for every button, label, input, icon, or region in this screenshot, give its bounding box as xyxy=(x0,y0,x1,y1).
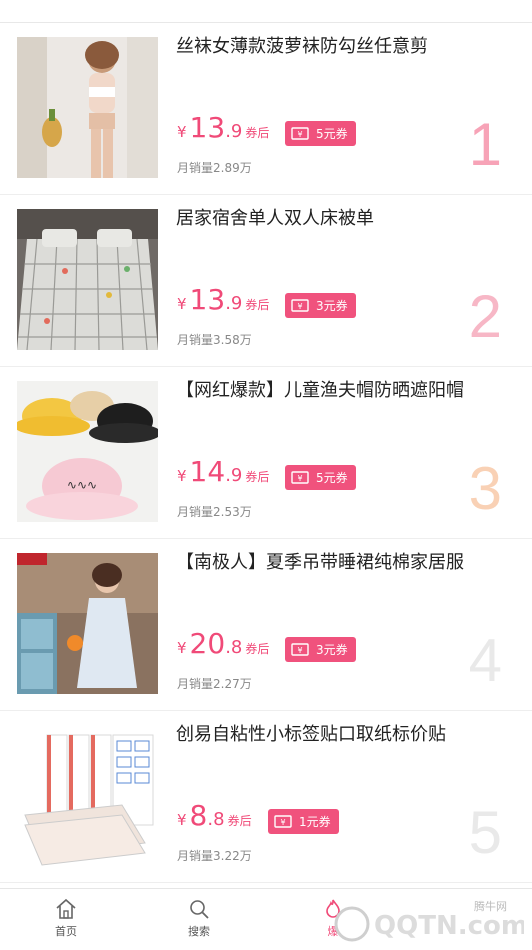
watermark-brand: 腾牛网 xyxy=(474,899,507,913)
price: ¥ 8 .8 券后 xyxy=(177,802,252,836)
list-item[interactable]: 丝袜女薄款菠萝袜防勾丝任意剪 ¥ 13 .9 券后 ¥ 5元券 月销量2.89万… xyxy=(0,23,532,195)
product-image[interactable] xyxy=(17,209,158,350)
after-coupon-label: 券后 xyxy=(227,814,252,828)
price: ¥ 13 .9 券后 xyxy=(177,114,269,148)
product-image[interactable] xyxy=(17,37,158,178)
rank-number: 2 xyxy=(468,283,502,350)
sales-label: 月销量 xyxy=(177,161,214,175)
monthly-sales: 月销量2.53万 xyxy=(177,503,252,520)
product-title[interactable]: 【南极人】夏季吊带睡裙纯棉家居服 xyxy=(176,551,502,575)
coupon-label: 3元券 xyxy=(316,643,348,657)
ticket-icon: ¥ xyxy=(291,471,309,484)
price: ¥ 14 .9 券后 xyxy=(177,458,269,492)
product-title[interactable]: 创易自粘性小标签贴口取纸标价贴 xyxy=(176,723,502,747)
sales-label: 月销量 xyxy=(177,677,214,691)
currency-symbol: ¥ xyxy=(177,639,187,657)
svg-text:¥: ¥ xyxy=(280,818,285,827)
watermark-site: QQTN.com xyxy=(374,911,524,941)
top-divider xyxy=(0,0,532,23)
price-integer: 13 xyxy=(189,283,226,316)
rank-number: 4 xyxy=(468,627,502,694)
monthly-sales: 月销量3.58万 xyxy=(177,331,252,348)
price-integer: 20 xyxy=(189,627,226,660)
currency-symbol: ¥ xyxy=(177,123,187,141)
sales-label: 月销量 xyxy=(177,849,214,863)
price-integer: 14 xyxy=(189,455,226,488)
list-item[interactable]: ∿∿∿ 【网红爆款】儿童渔夫帽防晒遮阳帽 ¥ 14 .9 券后 ¥ 5元券 月销… xyxy=(0,367,532,539)
coupon-button[interactable]: ¥ 5元券 xyxy=(285,465,356,490)
coupon-label: 5元券 xyxy=(316,471,348,485)
monthly-sales: 月销量2.27万 xyxy=(177,675,252,692)
monthly-sales: 月销量3.22万 xyxy=(177,847,252,864)
svg-text:¥: ¥ xyxy=(297,474,302,483)
tab-search-label: 搜索 xyxy=(188,925,210,938)
coupon-button[interactable]: ¥ 5元券 xyxy=(285,121,356,146)
price-decimal: .9 xyxy=(225,293,243,314)
sales-value: 3.22万 xyxy=(213,849,252,863)
ticket-icon: ¥ xyxy=(291,643,309,656)
price-decimal: .9 xyxy=(225,465,243,486)
price-integer: 13 xyxy=(189,111,226,144)
list-item[interactable]: 【南极人】夏季吊带睡裙纯棉家居服 ¥ 20 .8 券后 ¥ 3元券 月销量2.2… xyxy=(0,539,532,711)
price-decimal: .8 xyxy=(225,637,243,658)
price-decimal: .8 xyxy=(207,809,225,830)
product-title[interactable]: 居家宿舍单人双人床被单 xyxy=(176,207,502,231)
tab-home[interactable]: 首页 xyxy=(36,897,96,939)
svg-text:¥: ¥ xyxy=(297,646,302,655)
currency-symbol: ¥ xyxy=(177,295,187,313)
coupon-button[interactable]: ¥ 1元券 xyxy=(268,809,339,834)
product-image[interactable] xyxy=(17,725,158,866)
coupon-button[interactable]: ¥ 3元券 xyxy=(285,637,356,662)
search-icon xyxy=(190,900,209,919)
coupon-label: 3元券 xyxy=(316,299,348,313)
product-title[interactable]: 【网红爆款】儿童渔夫帽防晒遮阳帽 xyxy=(176,379,502,403)
sales-value: 2.53万 xyxy=(213,505,252,519)
home-icon xyxy=(56,898,76,919)
list-item[interactable]: 居家宿舍单人双人床被单 ¥ 13 .9 券后 ¥ 3元券 月销量3.58万 2 xyxy=(0,195,532,367)
ticket-icon: ¥ xyxy=(291,299,309,312)
monthly-sales: 月销量2.89万 xyxy=(177,159,252,176)
ticket-icon: ¥ xyxy=(274,815,292,828)
price: ¥ 13 .9 券后 xyxy=(177,286,269,320)
after-coupon-label: 券后 xyxy=(245,470,270,484)
currency-symbol: ¥ xyxy=(177,811,187,829)
sales-label: 月销量 xyxy=(177,333,214,347)
svg-text:¥: ¥ xyxy=(297,130,302,139)
price-decimal: .9 xyxy=(225,121,243,142)
svg-text:¥: ¥ xyxy=(297,302,302,311)
rank-number: 1 xyxy=(468,111,502,178)
sales-label: 月销量 xyxy=(177,505,214,519)
tab-home-label: 首页 xyxy=(55,925,77,938)
ticket-icon: ¥ xyxy=(291,127,309,140)
coupon-button[interactable]: ¥ 3元券 xyxy=(285,293,356,318)
coupon-label: 5元券 xyxy=(316,127,348,141)
currency-symbol: ¥ xyxy=(177,467,187,485)
price-integer: 8 xyxy=(189,799,208,832)
sales-value: 2.27万 xyxy=(213,677,252,691)
sales-value: 2.89万 xyxy=(213,161,252,175)
tab-search[interactable]: 搜索 xyxy=(169,897,229,939)
product-image[interactable] xyxy=(17,553,158,694)
rank-number: 3 xyxy=(468,455,502,522)
product-title[interactable]: 丝袜女薄款菠萝袜防勾丝任意剪 xyxy=(176,35,502,59)
after-coupon-label: 券后 xyxy=(245,126,270,140)
after-coupon-label: 券后 xyxy=(245,298,270,312)
price: ¥ 20 .8 券后 xyxy=(177,630,269,664)
product-list: 丝袜女薄款菠萝袜防勾丝任意剪 ¥ 13 .9 券后 ¥ 5元券 月销量2.89万… xyxy=(0,23,532,883)
rank-number: 5 xyxy=(468,799,502,866)
list-item[interactable]: 创易自粘性小标签贴口取纸标价贴 ¥ 8 .8 券后 ¥ 1元券 月销量3.22万… xyxy=(0,711,532,883)
product-image[interactable]: ∿∿∿ xyxy=(17,381,158,522)
coupon-label: 1元券 xyxy=(299,815,331,829)
after-coupon-label: 券后 xyxy=(245,642,270,656)
svg-text:∿∿∿: ∿∿∿ xyxy=(67,478,97,492)
watermark: QQTN.com 腾牛网 xyxy=(324,896,528,946)
sales-value: 3.58万 xyxy=(213,333,252,347)
